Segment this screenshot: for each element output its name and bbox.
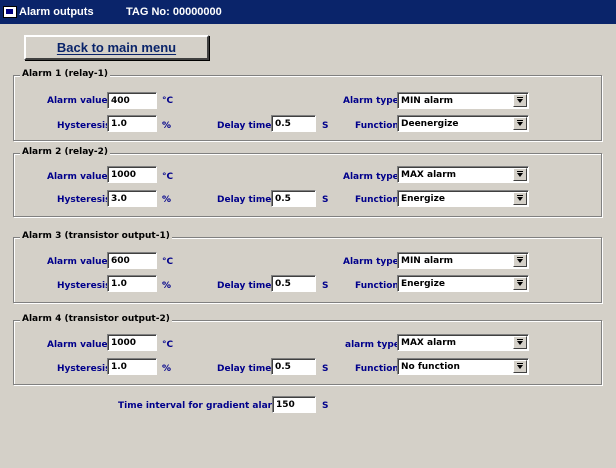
alarm-4-hysteresis-input[interactable]: 1.0 bbox=[107, 358, 157, 375]
window-app-icon[interactable] bbox=[3, 6, 17, 18]
alarm-1-type-label: Alarm type bbox=[343, 96, 399, 106]
alarm-1-value-input[interactable]: 400 bbox=[107, 92, 157, 109]
alarm-4-function-select[interactable]: No function bbox=[397, 358, 529, 375]
chevron-down-icon[interactable] bbox=[513, 360, 527, 373]
alarm-1-function-label: Function bbox=[355, 121, 399, 131]
alarm-1-delay-input[interactable]: 0.5 bbox=[271, 115, 316, 132]
alarm-4-value-label: Alarm value bbox=[47, 340, 108, 350]
alarm-3-hysteresis-label: Hysteresis bbox=[57, 281, 111, 291]
alarm-3-type-value: MIN alarm bbox=[401, 256, 454, 266]
alarm-4-type-select[interactable]: MAX alarm bbox=[397, 334, 529, 351]
chevron-down-icon[interactable] bbox=[513, 168, 527, 181]
alarm-1-function-select[interactable]: Deenergize bbox=[397, 115, 529, 132]
chevron-down-icon[interactable] bbox=[513, 336, 527, 349]
alarm-4-delay-input[interactable]: 0.5 bbox=[271, 358, 316, 375]
alarm-3-hysteresis-input[interactable]: 1.0 bbox=[107, 275, 157, 292]
gradient-interval-unit: S bbox=[322, 401, 329, 411]
alarm-2-delay-input[interactable]: 0.5 bbox=[271, 190, 316, 207]
alarm-2-group: Alarm 2 (relay-2) bbox=[13, 147, 602, 217]
alarm-3-type-select[interactable]: MIN alarm bbox=[397, 252, 529, 269]
alarm-2-delay-unit: S bbox=[322, 195, 329, 205]
alarm-4-delay-label: Delay time bbox=[217, 364, 272, 374]
alarm-4-value-unit: °C bbox=[162, 340, 174, 350]
alarm-4-hysteresis-unit: % bbox=[162, 364, 172, 374]
alarm-3-delay-unit: S bbox=[322, 281, 329, 291]
title-bar: Alarm outputs TAG No: 00000000 bbox=[0, 0, 616, 24]
alarm-3-function-label: Function bbox=[355, 281, 399, 291]
alarm-1-value-unit: °C bbox=[162, 96, 174, 106]
alarm-3-value-unit: °C bbox=[162, 257, 174, 267]
chevron-down-icon[interactable] bbox=[513, 117, 527, 130]
window-title: Alarm outputs bbox=[19, 6, 94, 18]
alarm-3-delay-label: Delay time bbox=[217, 281, 272, 291]
alarm-1-hysteresis-label: Hysteresis bbox=[57, 121, 111, 131]
alarm-4-hysteresis-label: Hysteresis bbox=[57, 364, 111, 374]
alarm-2-function-value: Energize bbox=[401, 194, 445, 204]
alarm-2-value-input[interactable]: 1000 bbox=[107, 166, 157, 183]
alarm-2-value-unit: °C bbox=[162, 172, 174, 182]
alarm-4-value-input[interactable]: 1000 bbox=[107, 334, 157, 351]
gradient-interval-label: Time interval for gradient alarm bbox=[118, 401, 282, 411]
alarm-2-hysteresis-unit: % bbox=[162, 195, 172, 205]
alarm-2-title: Alarm 2 (relay-2) bbox=[20, 147, 110, 157]
alarm-4-type-value: MAX alarm bbox=[401, 338, 457, 348]
alarm-3-group: Alarm 3 (transistor output-1) bbox=[13, 231, 602, 303]
alarm-3-hysteresis-unit: % bbox=[162, 281, 172, 291]
alarm-1-delay-label: Delay time bbox=[217, 121, 272, 131]
alarm-1-hysteresis-input[interactable]: 1.0 bbox=[107, 115, 157, 132]
alarm-2-hysteresis-input[interactable]: 3.0 bbox=[107, 190, 157, 207]
alarm-2-function-select[interactable]: Energize bbox=[397, 190, 529, 207]
alarm-2-type-value: MAX alarm bbox=[401, 170, 457, 180]
alarm-4-delay-unit: S bbox=[322, 364, 329, 374]
gradient-interval-input[interactable]: 150 bbox=[272, 396, 316, 413]
alarm-3-function-select[interactable]: Energize bbox=[397, 275, 529, 292]
alarm-3-type-label: Alarm type bbox=[343, 257, 399, 267]
chevron-down-icon[interactable] bbox=[513, 277, 527, 290]
alarm-4-function-value: No function bbox=[401, 362, 460, 372]
tag-number: TAG No: 00000000 bbox=[126, 6, 222, 18]
alarm-2-function-label: Function bbox=[355, 195, 399, 205]
alarm-1-value-label: Alarm value bbox=[47, 96, 108, 106]
alarm-3-title: Alarm 3 (transistor output-1) bbox=[20, 231, 172, 241]
alarm-2-value-label: Alarm value bbox=[47, 172, 108, 182]
alarm-2-delay-label: Delay time bbox=[217, 195, 272, 205]
alarm-1-type-value: MIN alarm bbox=[401, 96, 454, 106]
alarm-3-function-value: Energize bbox=[401, 279, 445, 289]
alarm-1-title: Alarm 1 (relay-1) bbox=[20, 69, 110, 79]
alarm-4-group: Alarm 4 (transistor output-2) bbox=[13, 314, 602, 385]
alarm-4-function-label: Function bbox=[355, 364, 399, 374]
alarm-2-type-select[interactable]: MAX alarm bbox=[397, 166, 529, 183]
alarm-1-function-value: Deenergize bbox=[401, 119, 459, 129]
alarm-3-value-label: Alarm value bbox=[47, 257, 108, 267]
alarm-1-hysteresis-unit: % bbox=[162, 121, 172, 131]
alarm-2-hysteresis-label: Hysteresis bbox=[57, 195, 111, 205]
chevron-down-icon[interactable] bbox=[513, 94, 527, 107]
alarm-2-type-label: Alarm type bbox=[343, 172, 399, 182]
chevron-down-icon[interactable] bbox=[513, 254, 527, 267]
alarm-4-title: Alarm 4 (transistor output-2) bbox=[20, 314, 172, 324]
alarm-3-value-input[interactable]: 600 bbox=[107, 252, 157, 269]
back-to-main-menu-button[interactable]: Back to main menu bbox=[24, 35, 209, 60]
alarm-3-delay-input[interactable]: 0.5 bbox=[271, 275, 316, 292]
alarm-1-delay-unit: S bbox=[322, 121, 329, 131]
alarm-4-type-label: alarm type bbox=[345, 340, 400, 350]
chevron-down-icon[interactable] bbox=[513, 192, 527, 205]
alarm-1-type-select[interactable]: MIN alarm bbox=[397, 92, 529, 109]
